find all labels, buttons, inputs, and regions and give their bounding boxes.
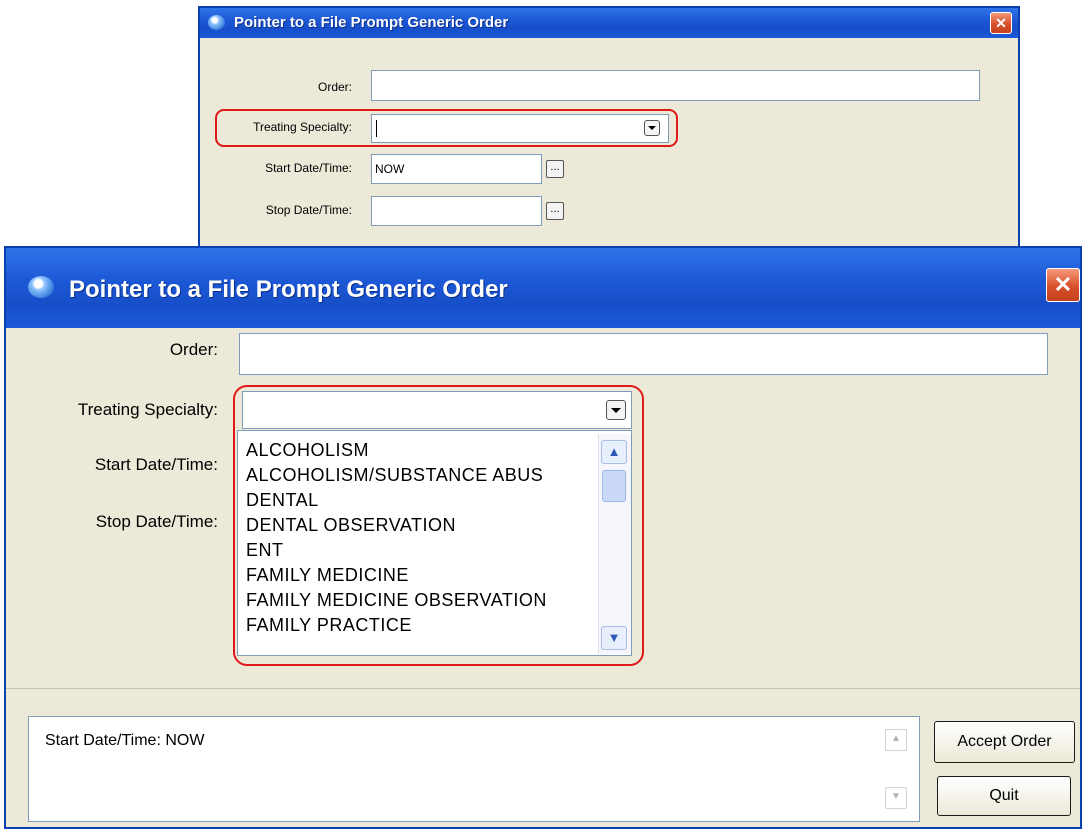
start-date-field-small[interactable]: NOW xyxy=(371,154,542,184)
title-bar-small[interactable]: Pointer to a File Prompt Generic Order ✕ xyxy=(200,8,1018,38)
stop-label: Stop Date/Time: xyxy=(95,512,218,531)
dialog-small: Pointer to a File Prompt Generic Order ✕… xyxy=(198,6,1020,256)
specialty-label: Treating Specialty: xyxy=(77,400,218,419)
app-icon xyxy=(208,15,225,30)
window-title-small: Pointer to a File Prompt Generic Order xyxy=(234,14,509,31)
start-date-picker-button-small[interactable]: ... xyxy=(546,160,564,178)
stop-date-picker-button-small[interactable]: ... xyxy=(546,202,564,220)
order-field[interactable] xyxy=(239,333,1048,375)
dialog-large: Pointer to a File Prompt Generic Order ✕… xyxy=(4,246,1082,829)
stop-label-small: Stop Date/Time: xyxy=(265,203,352,217)
start-label-small: Start Date/Time: xyxy=(265,161,352,175)
order-text: Start Date/Time: NOW xyxy=(45,732,205,749)
close-icon[interactable]: ✕ xyxy=(990,12,1012,34)
order-text-memo[interactable]: Start Date/Time: NOW ▲ ▼ xyxy=(28,716,920,822)
order-label-small: Order: xyxy=(317,80,352,94)
memo-scroll-down-icon[interactable]: ▼ xyxy=(885,787,907,809)
quit-button[interactable]: Quit xyxy=(937,776,1071,816)
memo-scroll-up-icon[interactable]: ▲ xyxy=(885,729,907,751)
divider xyxy=(6,688,1080,689)
close-icon-large[interactable]: ✕ xyxy=(1046,268,1080,302)
stop-date-field-small[interactable] xyxy=(371,196,542,226)
specialty-highlight-small xyxy=(215,109,678,147)
accept-order-button[interactable]: Accept Order xyxy=(934,721,1075,763)
app-icon-large xyxy=(28,276,54,298)
title-bar-large[interactable]: Pointer to a File Prompt Generic Order ✕ xyxy=(6,248,1080,328)
order-label: Order: xyxy=(169,340,218,359)
order-field-small[interactable] xyxy=(371,70,980,101)
specialty-highlight xyxy=(233,385,644,666)
start-label: Start Date/Time: xyxy=(94,455,218,474)
window-title-large: Pointer to a File Prompt Generic Order xyxy=(69,276,508,303)
